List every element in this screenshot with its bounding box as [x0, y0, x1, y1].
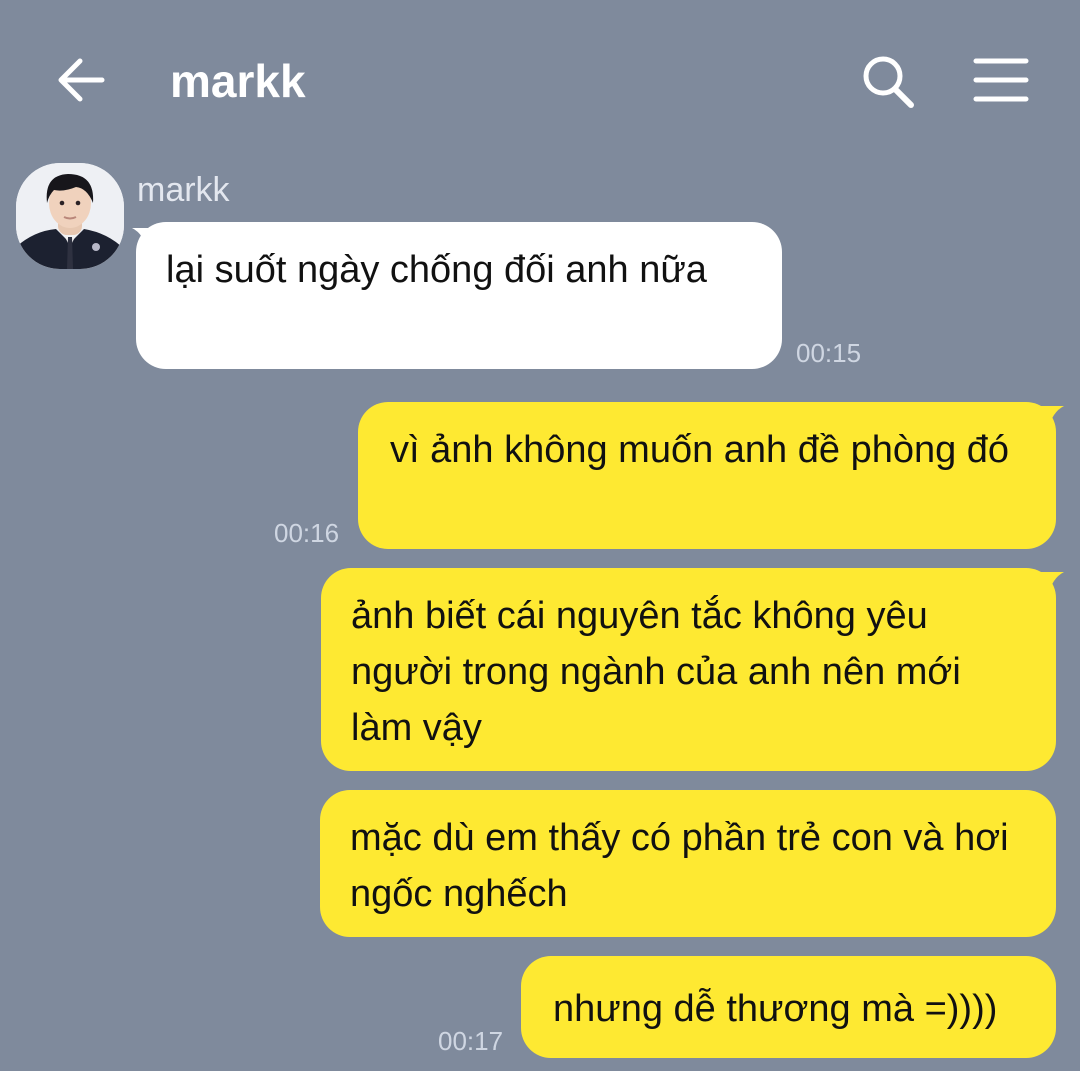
profile-photo-image [16, 163, 124, 269]
sender-name: markk [137, 171, 230, 209]
hamburger-menu-icon [973, 58, 1029, 102]
back-button[interactable] [52, 52, 112, 108]
menu-button[interactable] [972, 56, 1030, 106]
message-bubble-outgoing[interactable]: mặc dù em thấy có phần trẻ con và hơi ng… [320, 790, 1056, 937]
message-bubble-outgoing[interactable]: nhưng dễ thương mà =)))) [521, 956, 1056, 1058]
search-icon [863, 56, 914, 108]
message-bubble-outgoing[interactable]: ảnh biết cái nguyên tắc không yêu người … [321, 568, 1056, 771]
message-timestamp: 00:17 [438, 1026, 504, 1056]
arrow-left-icon [58, 58, 105, 102]
avatar[interactable] [16, 163, 124, 269]
search-button[interactable] [858, 52, 918, 112]
message-bubble-outgoing[interactable]: vì ảnh không muốn anh đề phòng đó [358, 402, 1056, 549]
message-bubble-incoming[interactable]: lại suốt ngày chống đối anh nữa [136, 222, 782, 369]
message-timestamp: 00:16 [274, 518, 340, 548]
chat-header: markk [0, 0, 1080, 160]
message-timestamp: 00:15 [796, 338, 862, 368]
chat-title: markk [170, 55, 306, 107]
